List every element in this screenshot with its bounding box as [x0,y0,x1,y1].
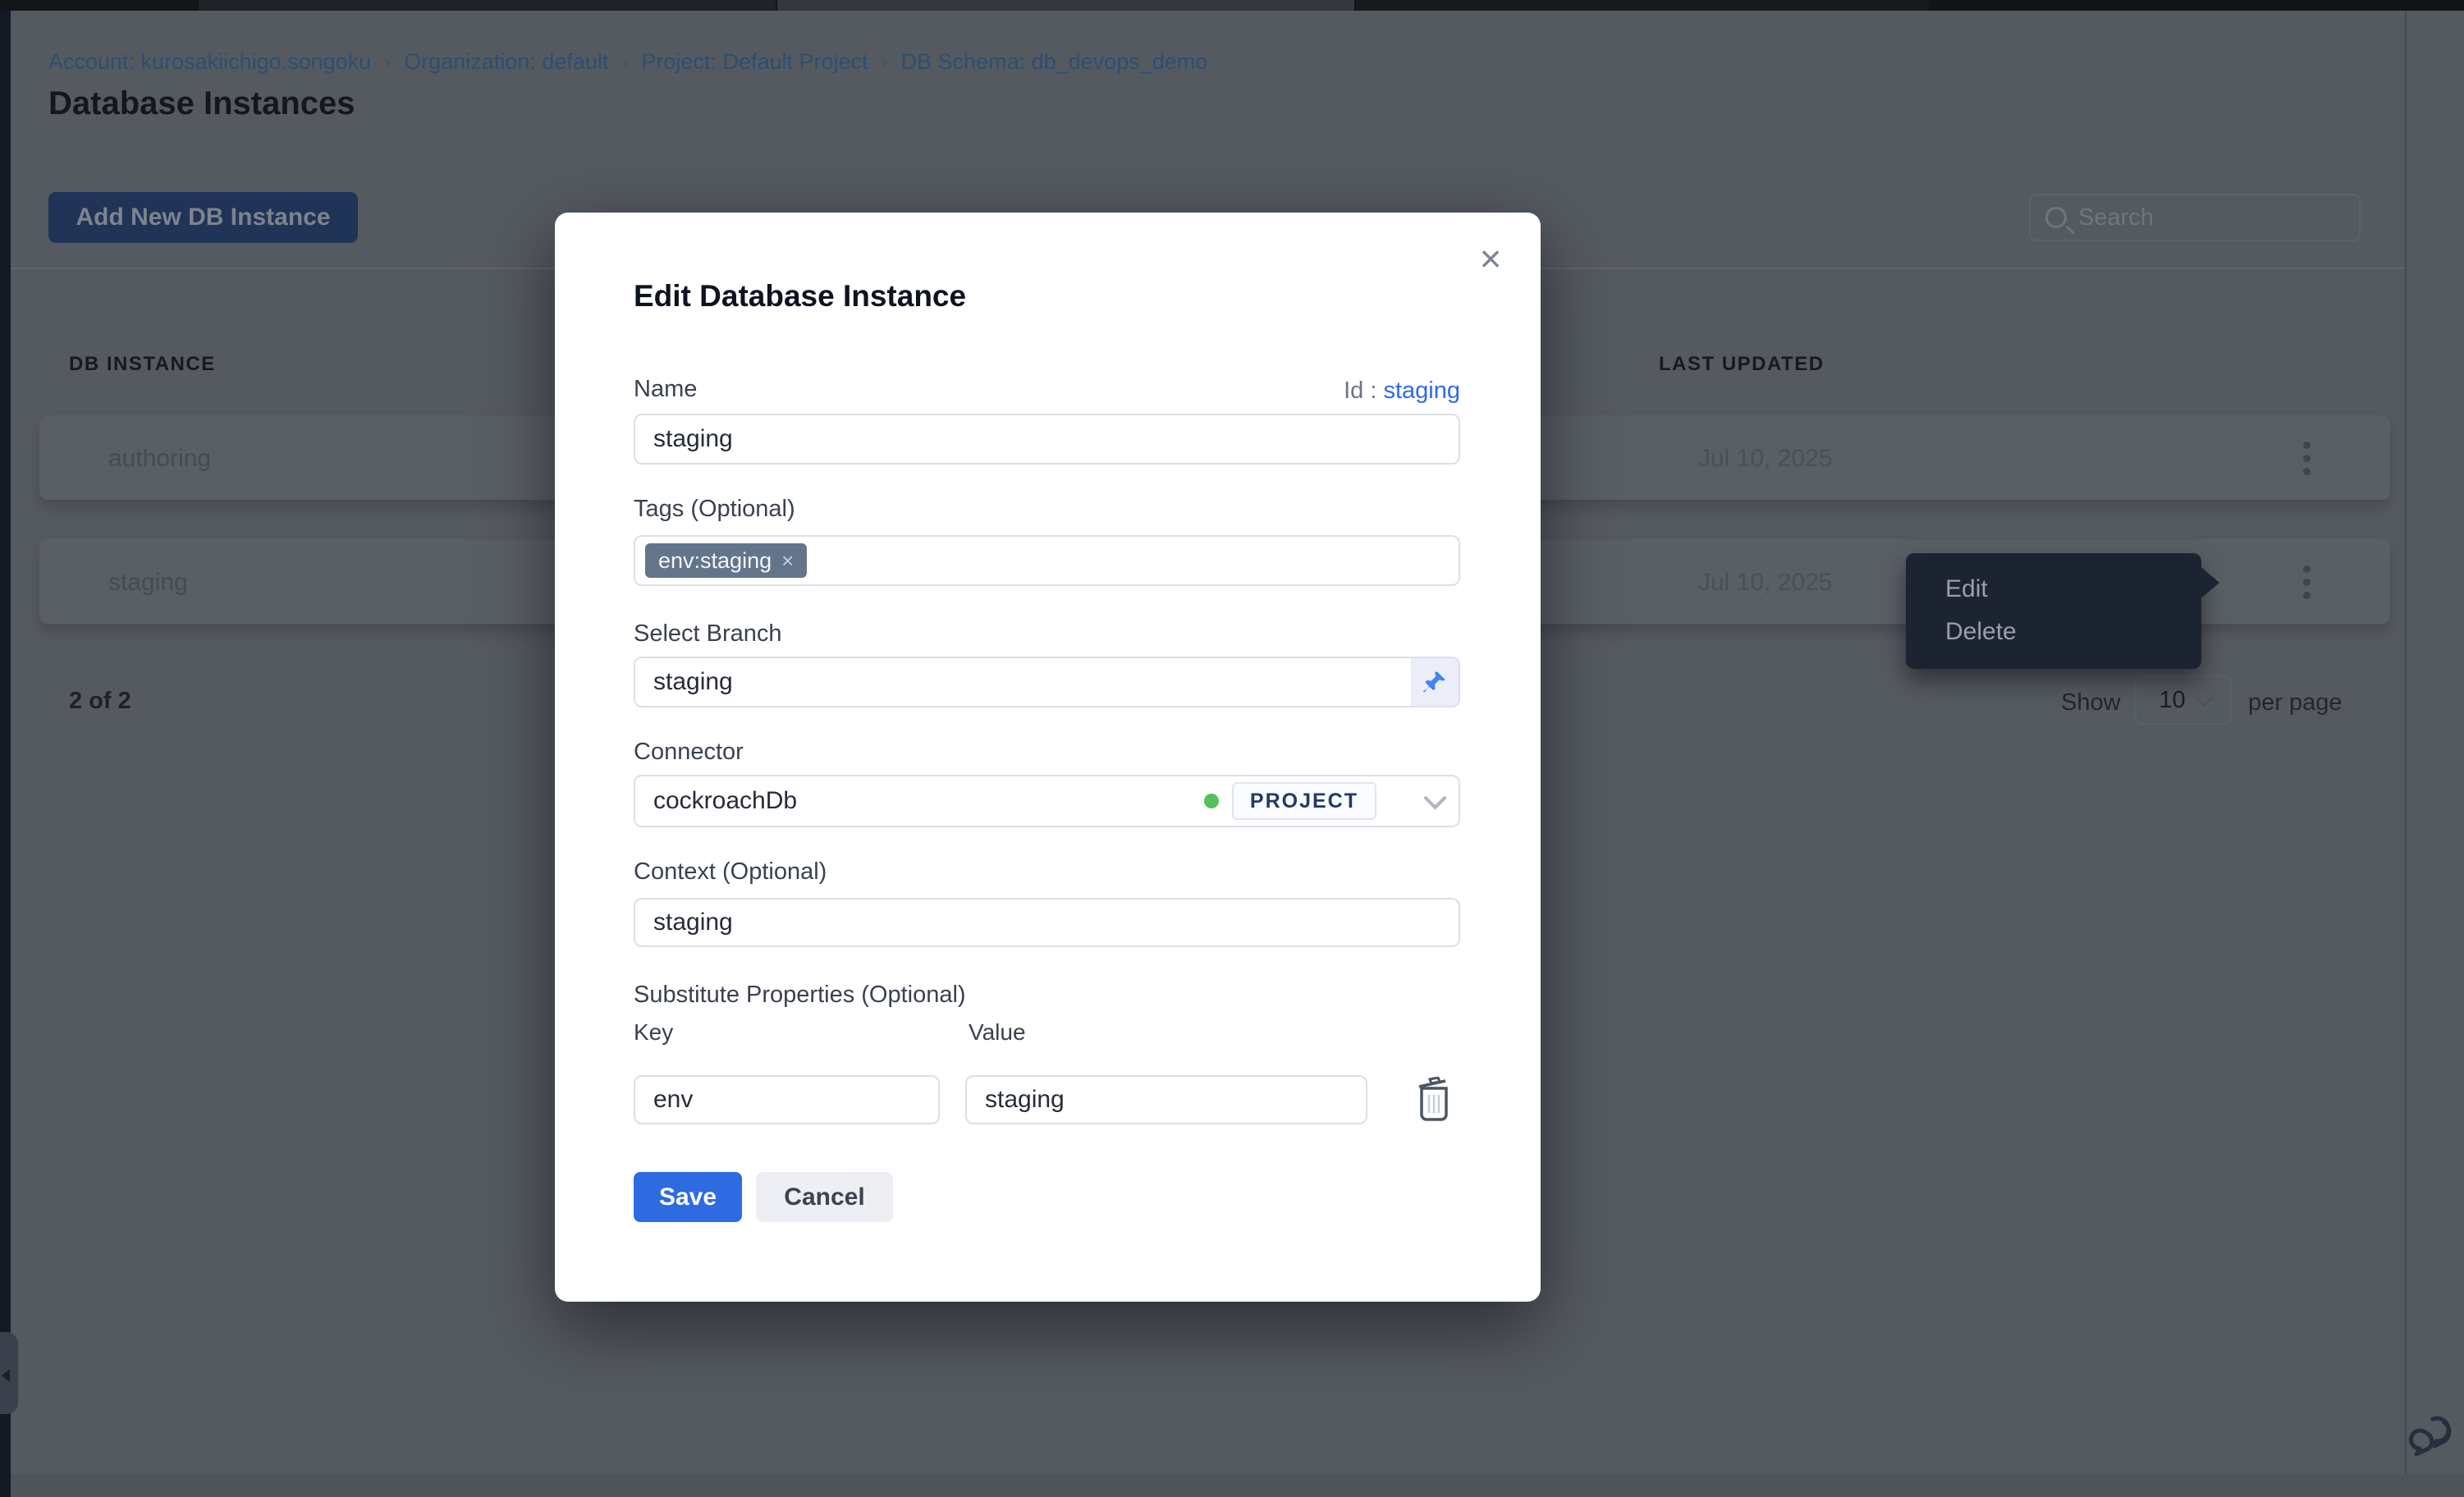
tag-remove-icon[interactable]: × [781,548,794,574]
page-size-value: 10 [2159,687,2185,714]
search-icon [2045,207,2067,228]
substitute-key-input[interactable] [634,1075,940,1124]
breadcrumb: Account: kurosakiichigo.songoku › Organi… [48,49,1207,75]
connector-select[interactable]: cockroachDb PROJECT [634,775,1460,827]
connector-status-dot [1204,794,1219,808]
substitute-value-input[interactable] [965,1075,1367,1124]
tags-input[interactable]: env:staging × [634,535,1460,586]
connector-label: Connector [634,739,744,766]
context-menu-edit[interactable]: Edit [1906,568,2201,611]
page-title: Database Instances [48,85,355,122]
tags-label: Tags (Optional) [634,496,795,523]
branch-label: Select Branch [634,620,782,648]
left-edge-rail [0,11,11,1497]
browser-tab-active[interactable] [777,0,1354,11]
last-updated-value: Jul 10, 2025 [1698,569,1832,597]
cancel-button[interactable]: Cancel [756,1172,893,1222]
tag-chip: env:staging × [645,543,807,578]
tag-chip-text: env:staging [658,548,772,574]
context-input[interactable] [634,898,1460,947]
row-count: 2 of 2 [69,688,131,715]
modal-close-icon[interactable]: × [1472,241,1509,277]
name-input[interactable] [634,414,1460,465]
browser-tab[interactable] [0,0,197,11]
show-label: Show [2061,689,2121,716]
breadcrumb-organization[interactable]: Organization: default [404,49,608,75]
breadcrumb-account[interactable]: Account: kurosakiichigo.songoku [48,49,371,75]
substitute-properties-label: Substitute Properties (Optional) [634,982,966,1009]
row-actions-kebab-icon[interactable] [2288,432,2324,484]
modal-title: Edit Database Instance [634,279,966,314]
branch-select[interactable]: staging [634,657,1460,707]
value-label: Value [969,1019,1026,1046]
chevron-down-icon [2195,689,2214,707]
breadcrumb-separator-icon: › [384,51,391,74]
search-input[interactable] [2078,204,2324,231]
add-db-instance-button[interactable]: Add New DB Instance [48,192,358,243]
chat-support-icon[interactable] [2408,1408,2461,1461]
context-label: Context (Optional) [634,858,827,886]
breadcrumb-schema[interactable]: DB Schema: db_devops_demo [901,49,1208,75]
window-bottom-edge [11,1474,2464,1497]
last-updated-value: Jul 10, 2025 [1698,445,1832,473]
instance-id-line: Id : staging [634,378,1460,405]
id-label: Id : [1344,378,1376,404]
page-size-select[interactable]: 10 [2135,675,2233,725]
connector-value: cockroachDb [653,787,1204,815]
save-button[interactable]: Save [634,1172,742,1222]
browser-tab[interactable] [1930,0,2464,11]
branch-value: staging [635,658,1411,706]
breadcrumb-separator-icon: › [621,51,628,74]
row-context-menu: Edit Delete [1906,553,2201,669]
breadcrumb-separator-icon: › [882,51,888,74]
delete-row-trash-icon[interactable] [1415,1077,1453,1121]
chevron-down-icon [1423,786,1446,809]
row-actions-kebab-icon[interactable] [2288,556,2324,608]
collapse-arrow-icon [2,1369,10,1382]
browser-tab[interactable] [199,0,776,11]
browser-tab[interactable] [1356,0,1929,11]
context-menu-pointer [2198,565,2219,601]
screen: Account: kurosakiichigo.songoku › Organi… [0,0,2464,1497]
column-header-db-instance: DB INSTANCE [69,353,216,376]
content-right-border [2405,11,2407,1497]
per-page-label: per page [2248,689,2343,716]
pushpin-icon [1421,668,1449,696]
pin-branch-button[interactable] [1411,658,1459,706]
context-menu-delete[interactable]: Delete [1906,611,2201,653]
connector-scope-badge: PROJECT [1232,782,1376,820]
column-header-last-updated: LAST UPDATED [1659,353,1825,376]
db-instance-name: staging [108,569,188,597]
search-box [2029,194,2361,241]
db-instance-name: authoring [108,445,211,473]
id-link[interactable]: staging [1383,378,1460,404]
key-label: Key [634,1019,673,1046]
browser-tab-strip [0,0,2464,11]
breadcrumb-project[interactable]: Project: Default Project [641,49,868,75]
